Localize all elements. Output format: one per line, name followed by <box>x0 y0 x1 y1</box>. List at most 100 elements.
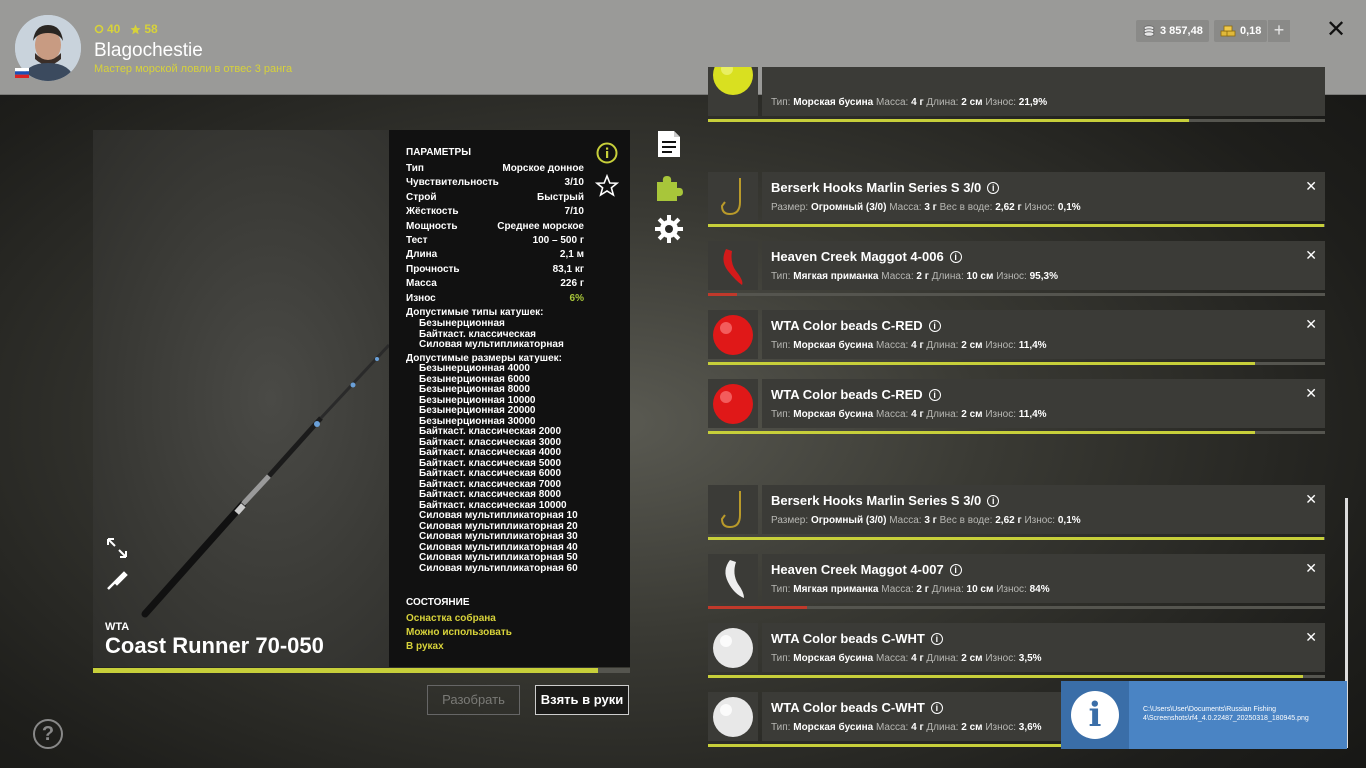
item-info-icon[interactable]: i <box>987 495 1000 507</box>
reel-size-item: Безынерционная 4000 <box>419 363 530 374</box>
reel-size-item: Байткаст. классическая 3000 <box>419 436 562 448</box>
remove-item-close-icon[interactable]: ✕ <box>1305 629 1317 646</box>
item-info-icon[interactable]: i <box>930 633 943 645</box>
reel-type-item: Байткаст. классическая <box>419 328 537 340</box>
item-properties: Тип: Морская бусина Масса: 4 г Длина: 2 … <box>771 722 1042 733</box>
level-icon <box>94 24 104 34</box>
prop-value: 2 см <box>961 409 983 420</box>
wear-value: 0,1% <box>1057 202 1081 213</box>
prop-value: 4 г <box>911 653 924 664</box>
param-label: Износ <box>406 292 436 304</box>
remove-item-close-icon[interactable]: ✕ <box>1305 560 1317 577</box>
add-currency-button[interactable]: + <box>1268 20 1290 42</box>
prop-key: Тип: <box>771 653 791 664</box>
prop-key: Тип: <box>771 722 791 733</box>
bead-white-icon <box>708 623 758 672</box>
equipment-item[interactable]: Heaven Creek Maggot 4-006 i Тип: Мягкая пр… <box>708 241 1325 296</box>
item-properties: Тип: Мягкая приманка Масса: 2 г Длина: 1… <box>771 584 1050 595</box>
param-value: 83,1 кг <box>552 263 584 275</box>
item-body: Тип: Морская бусина Масса: 4 г Длина: 2 … <box>762 67 1325 116</box>
item-condition-bar <box>708 537 1325 540</box>
disassemble-button[interactable]: Разобрать <box>427 685 520 715</box>
rating-value: 58 <box>144 22 158 36</box>
close-button[interactable]: ✕ <box>1324 18 1348 42</box>
item-body: Heaven Creek Maggot 4-007 i Тип: Мягкая пр… <box>762 554 1325 603</box>
rod-preview[interactable] <box>93 130 389 667</box>
document-icon[interactable] <box>654 129 684 159</box>
take-in-hands-button[interactable]: Взять в руки <box>535 685 629 715</box>
equipment-item[interactable]: Berserk Hooks Marlin Series S 3/0 i Размер… <box>708 172 1325 227</box>
condition-fill <box>708 606 807 609</box>
item-name: WTA Color beads C-WHT i <box>771 700 943 715</box>
equipment-item[interactable]: Тип: Морская бусина Масса: 4 г Длина: 2 … <box>708 55 1325 122</box>
prop-value: Морская бусина <box>793 653 874 664</box>
param-row: Мощность Среднее морское <box>406 221 584 232</box>
prop-key: Масса: <box>875 653 909 664</box>
prop-key: Вес в воде: <box>939 202 993 213</box>
screenshot-notification[interactable]: i C:\Users\User\Documents\Russian Fishin… <box>1061 681 1347 749</box>
item-info-icon[interactable]: i <box>949 564 962 576</box>
prop-value: Огромный (3/0) <box>810 202 887 213</box>
remove-item-close-icon[interactable]: ✕ <box>1305 316 1317 333</box>
wear-label: Износ: <box>985 653 1016 664</box>
item-body: Berserk Hooks Marlin Series S 3/0 i Размер… <box>762 172 1325 221</box>
equipment-item[interactable]: Berserk Hooks Marlin Series S 3/0 i Размер… <box>708 485 1325 540</box>
prop-key: Длина: <box>926 340 959 351</box>
item-info-icon[interactable]: i <box>987 182 1000 194</box>
item-info-icon[interactable]: i <box>928 320 941 332</box>
params-panel: ПАРАМЕТРЫ Тип Морское донное Чувствительно… <box>389 130 630 667</box>
param-label: Тип <box>406 163 424 174</box>
gold-bars-icon <box>1220 25 1236 37</box>
item-name-text: Berserk Hooks Marlin Series S 3/0 <box>771 180 982 195</box>
paint-brush-icon[interactable] <box>105 568 129 592</box>
equipment-item[interactable]: WTA Color beads C-WHT i Тип: Морская бусин… <box>708 623 1325 678</box>
item-info-icon[interactable]: i <box>930 702 943 714</box>
gold-balance[interactable]: 0,18 <box>1214 20 1268 42</box>
remove-item-close-icon[interactable]: ✕ <box>1305 385 1317 402</box>
remove-item-close-icon[interactable]: ✕ <box>1305 247 1317 264</box>
prop-value: 2 г <box>916 584 929 595</box>
param-value: 2,1 м <box>559 249 584 261</box>
equipment-item[interactable]: Heaven Creek Maggot 4-007 i Тип: Мягкая пр… <box>708 554 1325 609</box>
reel-size-item: Байткаст. классическая 6000 <box>419 468 562 479</box>
prop-key: Длина: <box>926 722 959 733</box>
prop-key: Масса: <box>875 97 909 108</box>
item-name: WTA Color beads C-WHT i <box>771 631 943 646</box>
puzzle-icon[interactable] <box>654 172 684 202</box>
equipment-item[interactable]: WTA Color beads C-RED i Тип: Морская бусин… <box>708 310 1325 365</box>
params-title: ПАРАМЕТРЫ <box>406 147 471 158</box>
item-info-icon[interactable]: i <box>949 251 962 263</box>
reel-size-item: Силовая мультипликаторная 20 <box>419 520 578 532</box>
param-value: Быстрый <box>537 191 584 203</box>
condition-fill <box>708 431 1255 434</box>
condition-fill <box>708 362 1255 365</box>
expand-icon[interactable] <box>105 536 129 560</box>
equipment-item[interactable]: WTA Color beads C-RED i Тип: Морская бусин… <box>708 379 1325 434</box>
screenshot-path: C:\Users\User\Documents\Russian Fishing … <box>1143 706 1309 722</box>
reel-size-item: Байткаст. классическая 10000 <box>419 499 567 511</box>
rod-name: Coast Runner 70-050 <box>105 633 324 658</box>
prop-key: Масса: <box>875 722 909 733</box>
notification-info-icon: i <box>1061 681 1129 749</box>
reel-size-item: Безынерционная 6000 <box>419 373 530 385</box>
prop-key: Длина: <box>926 409 959 420</box>
item-info-icon[interactable]: i <box>928 389 941 401</box>
prop-key: Масса: <box>881 584 914 595</box>
help-button[interactable]: ? <box>33 719 63 749</box>
favorite-star-icon[interactable] <box>595 174 619 198</box>
remove-item-close-icon[interactable]: ✕ <box>1305 491 1317 508</box>
item-name: Berserk Hooks Marlin Series S 3/0 i <box>771 493 1000 508</box>
gear-icon[interactable] <box>654 214 684 244</box>
info-icon[interactable] <box>596 142 618 164</box>
condition-fill <box>708 293 737 296</box>
item-name-text: WTA Color beads C-RED <box>771 318 923 333</box>
param-row: Строй Быстрый <box>406 192 584 203</box>
param-value: 226 г <box>560 278 584 290</box>
remove-item-close-icon[interactable]: ✕ <box>1305 178 1317 195</box>
prop-value: 2 см <box>961 653 983 664</box>
silver-balance[interactable]: 3 857,48 <box>1136 20 1209 42</box>
prop-value: 2 см <box>961 97 983 108</box>
item-properties: Тип: Морская бусина Масса: 4 г Длина: 2 … <box>771 340 1047 351</box>
username: Blagochestie <box>94 40 203 61</box>
condition-fill <box>708 119 1190 122</box>
